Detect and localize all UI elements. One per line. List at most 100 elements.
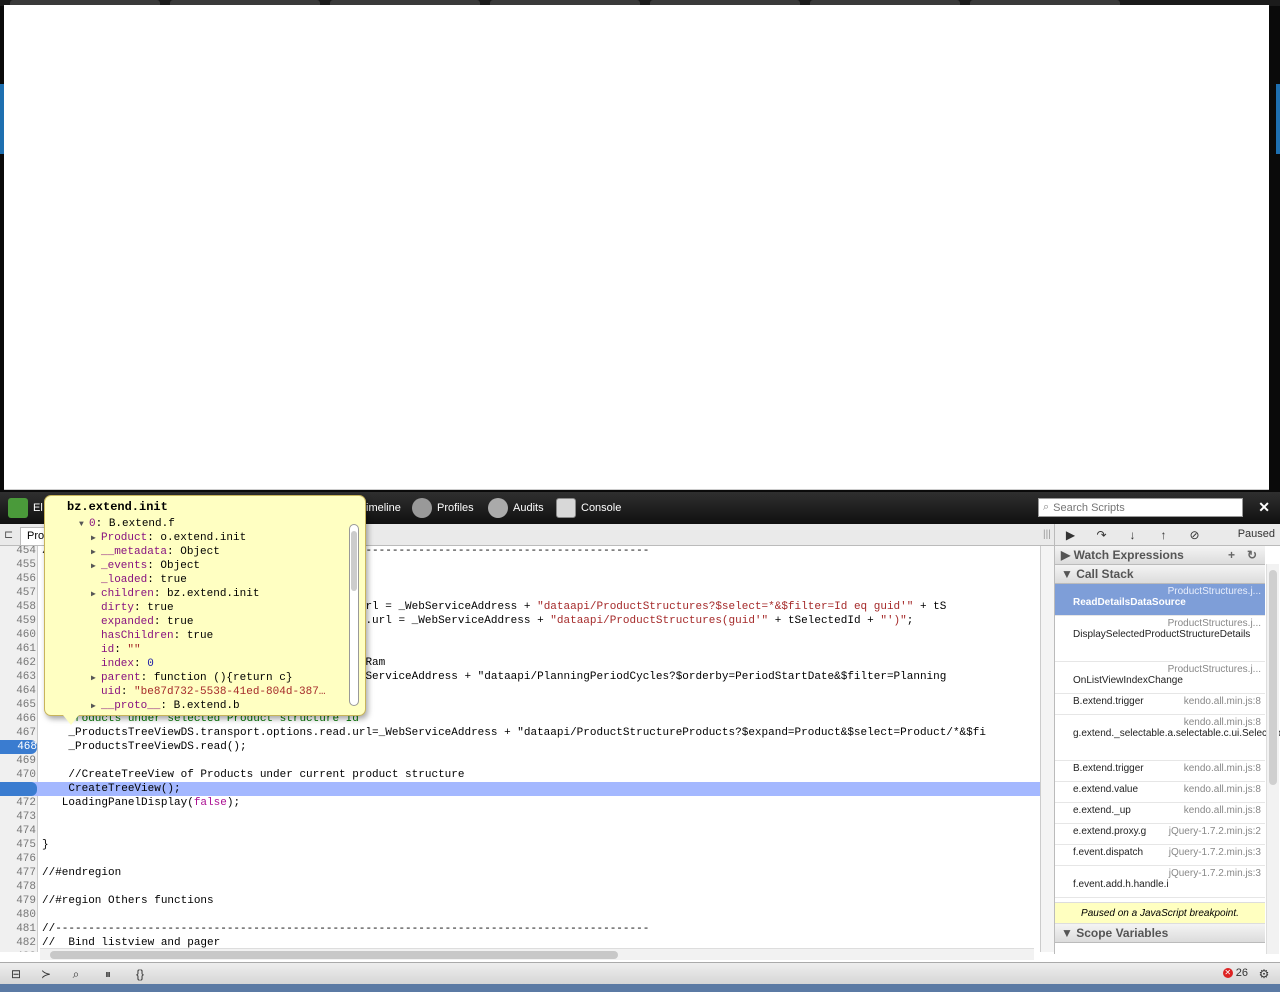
search-scripts-box[interactable]: ⌕ (1038, 498, 1243, 517)
sidebar-scrollbar[interactable] (1266, 564, 1279, 954)
call-frame[interactable]: ProductStructures.j... OnListViewIndexCha… (1055, 662, 1265, 694)
search-icon[interactable]: ⌕ (64, 966, 88, 982)
property-row[interactable]: index: 0 (91, 657, 154, 671)
line-number[interactable]: 477 (0, 866, 36, 880)
code-horizontal-scrollbar[interactable] (40, 948, 1034, 960)
line-number[interactable]: 479 (0, 894, 36, 908)
line-number[interactable]: 469 (0, 754, 36, 768)
code-line[interactable]: 470 //CreateTreeView of Products under c… (0, 768, 1040, 782)
step-into-button[interactable]: ↓ (1117, 528, 1148, 542)
navigator-toggle-icon[interactable]: ⊏ (4, 528, 13, 541)
line-number[interactable]: 482 (0, 936, 36, 950)
tab-console[interactable]: Console (556, 497, 621, 519)
pretty-print-button[interactable]: {} (128, 966, 152, 982)
property-row[interactable]: ▶ _events: Object (91, 559, 200, 573)
call-frame[interactable]: kendo.all.min.js:8 e.extend.value (1055, 782, 1265, 803)
tab-audits[interactable]: Audits (488, 497, 544, 519)
expand-arrow-icon[interactable]: ▼ (79, 518, 89, 532)
code-line[interactable]: 471 CreateTreeView(); (0, 782, 1040, 796)
watch-expressions-header[interactable]: ▶ Watch Expressions + ↻ (1055, 546, 1265, 565)
line-number[interactable]: 466 (0, 712, 36, 726)
pause-on-exceptions-button[interactable]: ⏸ (96, 966, 120, 982)
code-line[interactable]: 468 _ProductsTreeViewDS.read(); (0, 740, 1040, 754)
line-number[interactable]: 461 (0, 642, 36, 656)
call-frame[interactable]: ProductStructures.j... ReadDetailsDataSou… (1055, 584, 1265, 616)
code-line[interactable]: 467 _ProductsTreeViewDS.transport.option… (0, 726, 1040, 740)
call-frame[interactable]: kendo.all.min.js:8 g.extend._selectable.a… (1055, 715, 1280, 761)
code-line[interactable]: 477 //#endregion (0, 866, 1040, 880)
property-row[interactable]: ▶ __proto__: B.extend.b (91, 699, 240, 713)
line-number[interactable]: 478 (0, 880, 36, 894)
line-number[interactable]: 465 (0, 698, 36, 712)
property-row[interactable]: id: "" (91, 643, 141, 657)
code-line[interactable]: 480 (0, 908, 1040, 922)
close-devtools-button[interactable]: ✕ (1258, 499, 1270, 516)
splitter-handle[interactable]: ||| (1043, 529, 1051, 540)
call-frame[interactable]: kendo.all.min.js:8 B.extend.trigger (1055, 761, 1265, 782)
popover-scrollbar[interactable] (349, 524, 359, 706)
add-watch-button[interactable]: + (1228, 546, 1235, 565)
line-number[interactable]: 457 (0, 586, 36, 600)
line-number[interactable]: 454 (0, 546, 36, 558)
line-number[interactable]: 468 (0, 740, 37, 754)
error-counter[interactable]: ✕ 26 (1222, 967, 1248, 979)
object-inspector-popover[interactable]: bz.extend.init ▼ 0: B.extend.f ▶ Product: o… (44, 495, 366, 725)
expand-arrow-icon[interactable]: ▶ (91, 546, 101, 560)
property-row[interactable]: ▶ parent: function (){return c} (91, 671, 292, 685)
step-out-button[interactable]: ↑ (1148, 528, 1179, 542)
line-number[interactable]: 467 (0, 726, 36, 740)
code-line[interactable]: 474 (0, 824, 1040, 838)
call-frame[interactable]: jQuery-1.7.2.min.js:3 f.event.dispatch (1055, 845, 1265, 866)
property-row[interactable]: ▼ 0: B.extend.f (79, 517, 175, 531)
call-stack-header[interactable]: ▼ Call Stack (1055, 565, 1265, 584)
line-number[interactable]: 459 (0, 614, 36, 628)
line-number[interactable]: 480 (0, 908, 36, 922)
settings-gear-icon[interactable]: ⚙ (1252, 966, 1276, 982)
line-number[interactable]: 471 (0, 782, 37, 796)
line-number[interactable]: 460 (0, 628, 36, 642)
line-number[interactable]: 481 (0, 922, 36, 936)
property-row[interactable]: uid: "be87d732-5538-41ed-804d-387… (91, 685, 325, 699)
code-line[interactable]: 475} (0, 838, 1040, 852)
line-number[interactable]: 475 (0, 838, 36, 852)
property-row[interactable]: hasChildren: true (91, 629, 213, 643)
resume-button[interactable]: ▶ (1055, 528, 1086, 542)
line-number[interactable]: 470 (0, 768, 36, 782)
line-number[interactable]: 476 (0, 852, 36, 866)
line-number[interactable]: 464 (0, 684, 36, 698)
line-number[interactable]: 463 (0, 670, 36, 684)
call-frame[interactable]: ProductStructures.j... DisplaySelectedPro… (1055, 616, 1265, 662)
search-input[interactable] (1053, 501, 1234, 514)
code-line[interactable]: 473 (0, 810, 1040, 824)
line-number[interactable]: 474 (0, 824, 36, 838)
line-number[interactable]: 483 (0, 950, 36, 952)
line-number[interactable]: 473 (0, 810, 36, 824)
property-row[interactable]: ▶ Product: o.extend.init (91, 531, 246, 545)
line-number[interactable]: 458 (0, 600, 36, 614)
expand-arrow-icon[interactable]: ▶ (91, 560, 101, 574)
expand-arrow-icon[interactable]: ▶ (91, 532, 101, 546)
call-frame[interactable]: kendo.all.min.js:8 e.extend._up (1055, 803, 1265, 824)
step-over-button[interactable]: ↷ (1086, 528, 1117, 542)
deactivate-breakpoints-button[interactable]: ⊘ (1179, 528, 1210, 542)
code-line[interactable]: 481 //-----------------------------------… (0, 922, 1040, 936)
call-frame[interactable]: jQuery-1.7.2.min.js:3 f.event.add.h.handl… (1055, 866, 1265, 898)
code-vertical-scrollbar[interactable] (1040, 546, 1054, 952)
dock-toggle-button[interactable]: ⊟ (4, 966, 28, 982)
line-number[interactable]: 455 (0, 558, 36, 572)
scope-variables-header[interactable]: ▼ Scope Variables (1055, 924, 1265, 943)
tab-elements[interactable]: El (8, 497, 43, 519)
expand-arrow-icon[interactable]: ▶ (91, 672, 101, 686)
code-line[interactable]: 479 //#region Others functions (0, 894, 1040, 908)
expand-arrow-icon[interactable]: ▶ (91, 700, 101, 714)
tab-profiles[interactable]: Profiles (412, 497, 474, 519)
show-console-button[interactable]: ≻ (34, 966, 58, 982)
line-number[interactable]: 472 (0, 796, 36, 810)
tab-timeline[interactable]: imeline (366, 497, 401, 519)
code-line[interactable]: 476 (0, 852, 1040, 866)
property-row[interactable]: expanded: true (91, 615, 193, 629)
code-line[interactable]: 472 LoadingPanelDisplay(false); (0, 796, 1040, 810)
refresh-watch-button[interactable]: ↻ (1247, 546, 1257, 565)
property-row[interactable]: _loaded: true (91, 573, 187, 587)
call-frame[interactable]: jQuery-1.7.2.min.js:2 e.extend.proxy.g (1055, 824, 1265, 845)
